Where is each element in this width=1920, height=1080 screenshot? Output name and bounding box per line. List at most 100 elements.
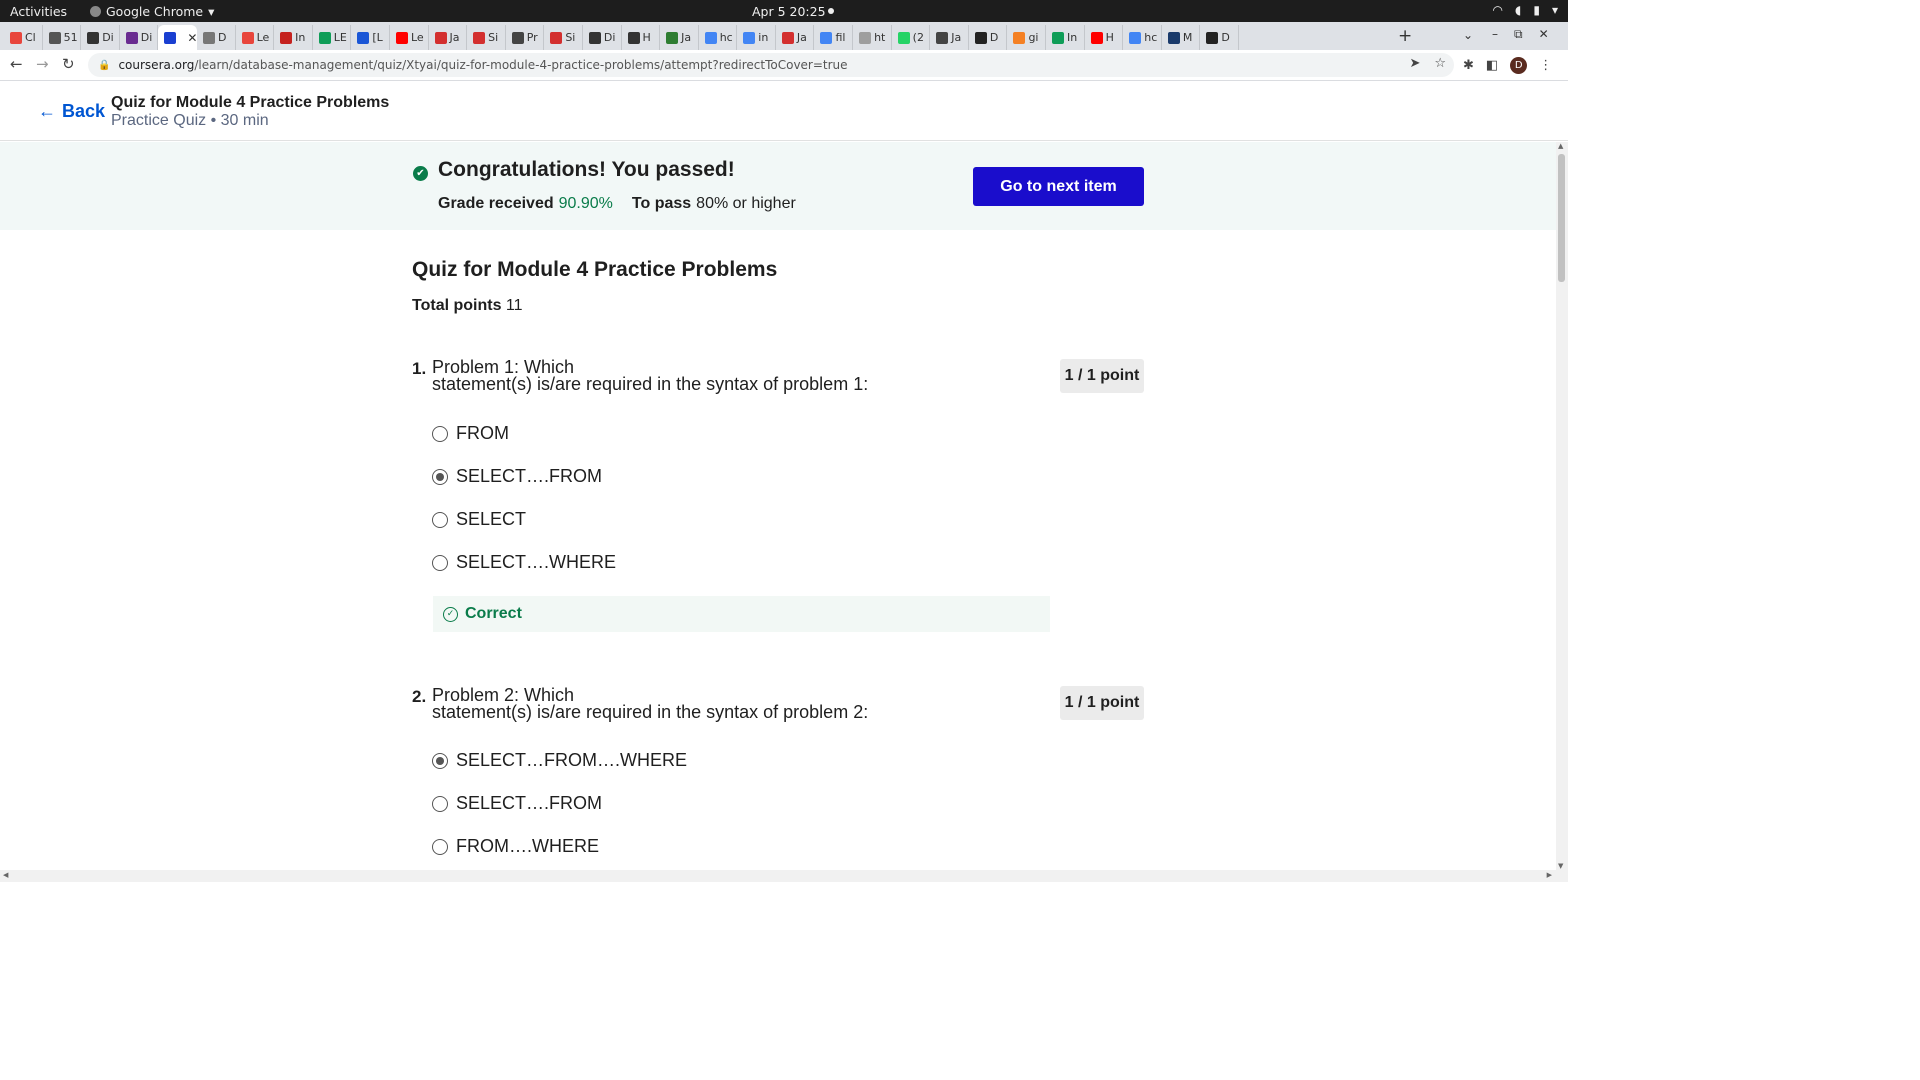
browser-tab[interactable]: hc bbox=[1123, 25, 1162, 50]
browser-tab[interactable]: D bbox=[197, 25, 236, 50]
go-to-next-item-button[interactable]: Go to next item bbox=[973, 167, 1144, 206]
scroll-left-icon[interactable]: ◀ bbox=[3, 871, 8, 879]
browser-tab[interactable]: gi bbox=[1007, 25, 1047, 50]
browser-tab[interactable]: (2 bbox=[892, 25, 931, 50]
tab-label: (2 bbox=[912, 31, 924, 44]
browser-tab[interactable]: 51 bbox=[43, 25, 82, 50]
bookmark-star-icon[interactable]: ☆ bbox=[1434, 56, 1446, 71]
tab-favicon-icon bbox=[820, 31, 833, 44]
browser-tab[interactable]: LE bbox=[313, 25, 352, 50]
tab-label: In bbox=[295, 31, 306, 44]
profile-avatar[interactable]: D bbox=[1510, 57, 1528, 74]
extensions-puzzle-icon[interactable]: ✱ bbox=[1463, 58, 1474, 73]
clock[interactable]: Apr 5 20:25 bbox=[752, 4, 826, 19]
scroll-down-icon[interactable]: ▼ bbox=[1558, 862, 1563, 870]
reload-icon[interactable]: ↻ bbox=[62, 55, 75, 73]
vertical-scrollbar[interactable]: ▲ ▼ bbox=[1556, 142, 1568, 870]
browser-tab[interactable]: Ja bbox=[930, 25, 969, 50]
tab-favicon-icon bbox=[743, 31, 756, 44]
radio-button-selected[interactable] bbox=[432, 752, 448, 769]
app-name: Google Chrome bbox=[106, 4, 204, 19]
system-tray[interactable]: ◠ ◖ ▮ ▾ bbox=[1493, 3, 1558, 17]
browser-tab[interactable]: Si bbox=[467, 25, 506, 50]
address-bar[interactable]: 🔒 coursera.org/learn/database-management… bbox=[88, 53, 1454, 77]
scrollbar-thumb[interactable] bbox=[1558, 154, 1565, 282]
browser-tab[interactable]: Ja bbox=[660, 25, 699, 50]
forward-arrow-icon[interactable]: → bbox=[36, 55, 49, 73]
tab-favicon-icon bbox=[357, 31, 370, 44]
radio-button[interactable] bbox=[432, 425, 448, 442]
browser-tab[interactable]: In bbox=[274, 25, 313, 50]
menu-kebab-icon[interactable]: ⋮ bbox=[1539, 58, 1552, 73]
browser-tab[interactable]: Le bbox=[390, 25, 429, 50]
browser-tab[interactable]: M bbox=[1162, 25, 1201, 50]
browser-tab[interactable]: Pr bbox=[506, 25, 545, 50]
answer-option[interactable]: SELECT….FROM bbox=[432, 793, 602, 814]
back-link[interactable]: ← Back bbox=[38, 101, 105, 122]
radio-button[interactable] bbox=[432, 554, 448, 571]
radio-button[interactable] bbox=[432, 795, 448, 812]
answer-option[interactable]: SELECT bbox=[432, 509, 526, 530]
app-menu[interactable]: Google Chrome ▾ bbox=[90, 4, 214, 19]
scroll-up-icon[interactable]: ▲ bbox=[1558, 142, 1563, 150]
browser-tab[interactable]: Di bbox=[120, 25, 159, 50]
browser-tab[interactable]: In bbox=[1046, 25, 1085, 50]
restore-icon[interactable]: ⧉ bbox=[1514, 27, 1523, 42]
browser-tab[interactable]: H bbox=[1085, 25, 1124, 50]
close-tab-icon[interactable]: ✕ bbox=[187, 31, 197, 45]
grade-value: 90.90% bbox=[558, 195, 613, 212]
scroll-right-icon[interactable]: ▶ bbox=[1547, 871, 1552, 879]
tab-label: ht bbox=[874, 31, 886, 44]
browser-tab[interactable]: in bbox=[737, 25, 776, 50]
radio-button[interactable] bbox=[432, 511, 448, 528]
question-text: Problem 1: Which statement(s) is/are req… bbox=[432, 358, 952, 393]
wifi-icon: ◠ bbox=[1492, 3, 1504, 17]
radio-button[interactable] bbox=[432, 838, 448, 855]
tab-favicon-icon bbox=[1206, 31, 1219, 44]
answer-option[interactable]: SELECT….WHERE bbox=[432, 552, 616, 573]
answer-option[interactable]: FROM….WHERE bbox=[432, 836, 599, 857]
browser-tab[interactable]: Ja bbox=[429, 25, 468, 50]
tab-label: Di bbox=[140, 31, 153, 44]
send-icon[interactable]: ➤ bbox=[1409, 56, 1420, 71]
activities-button[interactable]: Activities bbox=[10, 4, 67, 19]
browser-tab[interactable]: ✕ bbox=[158, 25, 197, 50]
browser-tab[interactable]: Cl bbox=[4, 25, 43, 50]
browser-tab[interactable]: Di bbox=[81, 25, 120, 50]
tab-favicon-icon bbox=[48, 31, 61, 44]
tab-label: LE bbox=[333, 31, 347, 44]
browser-tab[interactable]: Le bbox=[236, 25, 275, 50]
option-label: SELECT….WHERE bbox=[456, 552, 617, 572]
radio-button-selected[interactable] bbox=[432, 468, 448, 485]
browser-tab[interactable]: [L bbox=[351, 25, 390, 50]
browser-tab[interactable]: ht bbox=[853, 25, 892, 50]
answer-option[interactable]: SELECT…FROM….WHERE bbox=[432, 750, 687, 771]
browser-tab[interactable]: hc bbox=[699, 25, 738, 50]
back-arrow-icon[interactable]: ← bbox=[10, 55, 23, 73]
tab-label: H bbox=[642, 31, 651, 44]
back-arrow-icon: ← bbox=[38, 101, 56, 121]
browser-tab[interactable]: D bbox=[1200, 25, 1239, 50]
new-tab-button[interactable]: + bbox=[1398, 26, 1412, 46]
close-window-icon[interactable]: ✕ bbox=[1539, 27, 1549, 42]
browser-tab[interactable]: H bbox=[622, 25, 661, 50]
answer-option[interactable]: SELECT….FROM bbox=[432, 466, 602, 487]
tab-label: Le bbox=[410, 31, 424, 44]
option-label: SELECT….FROM bbox=[456, 466, 603, 486]
browser-tab[interactable]: fil bbox=[814, 25, 854, 50]
minimize-icon[interactable]: – bbox=[1492, 27, 1498, 42]
tab-search-chevron-icon[interactable]: ⌄ bbox=[1463, 28, 1473, 42]
tab-favicon-icon bbox=[627, 31, 640, 44]
browser-tabs: Cl 51 Di Di ✕ D Le In LE [L Le Ja Si Pr Si Di H Ja hc in Ja f… bbox=[4, 25, 1239, 50]
tab-label: Ja bbox=[449, 31, 460, 44]
option-label: FROM bbox=[456, 423, 509, 443]
browser-tab[interactable]: Si bbox=[544, 25, 583, 50]
side-panel-icon[interactable]: ◧ bbox=[1486, 58, 1498, 73]
browser-tab[interactable]: Ja bbox=[776, 25, 815, 50]
horizontal-scrollbar[interactable]: ◀ ▶ bbox=[0, 870, 1568, 882]
tab-favicon-icon bbox=[974, 31, 987, 44]
lock-icon[interactable]: 🔒 bbox=[98, 60, 110, 71]
answer-option[interactable]: FROM bbox=[432, 423, 509, 444]
browser-tab[interactable]: Di bbox=[583, 25, 622, 50]
browser-tab[interactable]: D bbox=[969, 25, 1008, 50]
